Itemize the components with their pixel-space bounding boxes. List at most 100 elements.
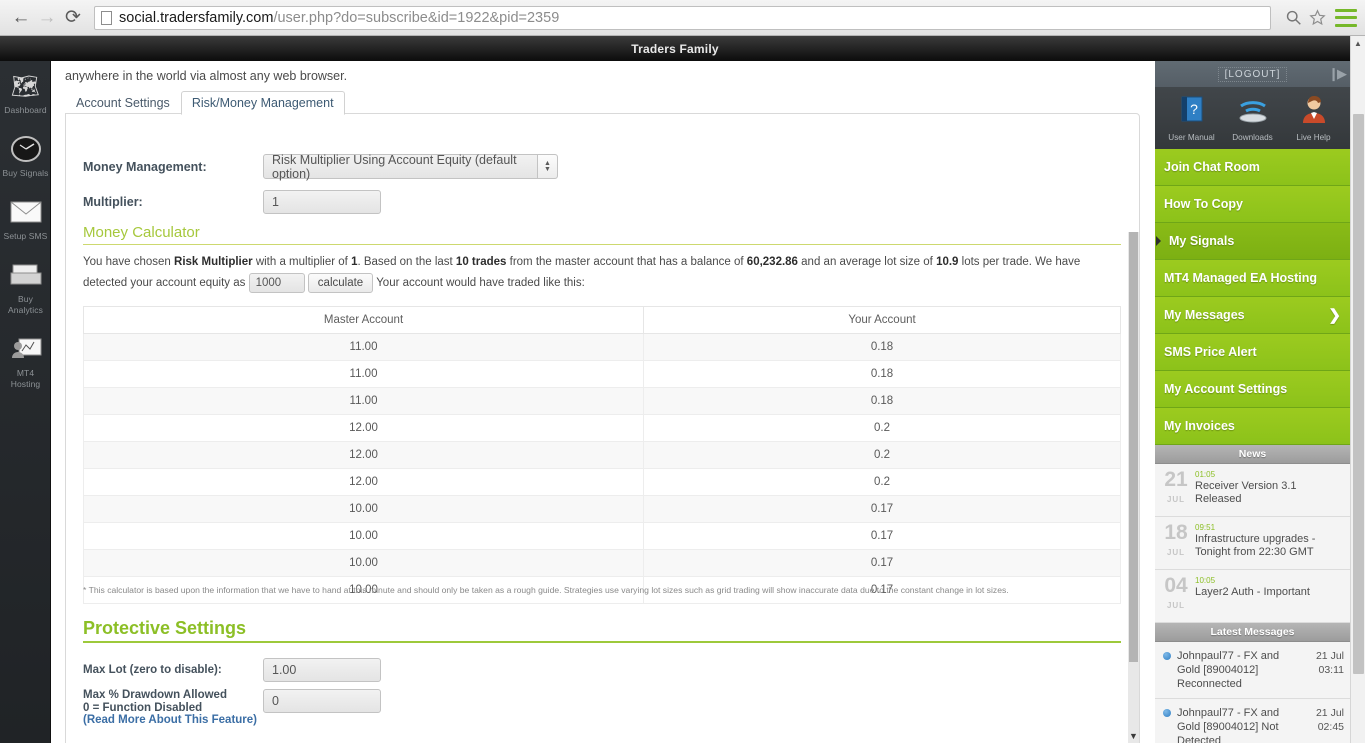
star-icon[interactable] xyxy=(1309,9,1326,26)
panel-scrollbar[interactable]: ▼ xyxy=(1128,232,1139,743)
map-icon: 🗺 xyxy=(10,72,41,99)
quicklink-label: User Manual xyxy=(1168,132,1215,142)
sidebar-item-how-to-copy[interactable]: How To Copy xyxy=(1155,186,1350,223)
sidebar-item-sms-price-alert[interactable]: SMS Price Alert xyxy=(1155,334,1350,371)
select-spinner-icon[interactable]: ▲ ▼ xyxy=(537,155,557,178)
multiplier-input[interactable] xyxy=(263,190,381,214)
search-icon[interactable] xyxy=(1285,9,1302,26)
table-row: 11.00 0.18 xyxy=(82,333,1121,361)
url-bar[interactable]: social.tradersfamily.com/user.php?do=sub… xyxy=(94,5,1271,30)
money-calculator-table: Master Account Your Account 11.00 0.18 11.… xyxy=(82,306,1121,604)
sidebar-item-my-invoices[interactable]: My Invoices xyxy=(1155,408,1350,445)
cell-your-account: 0.17 xyxy=(643,495,1121,523)
calc-text-part2: with a multiplier of xyxy=(252,256,352,268)
quicklink-user-manual[interactable]: ? User Manual xyxy=(1164,94,1220,142)
news-date: 21 JUL xyxy=(1159,469,1193,510)
calc-text-part4: from the master account that has a balan… xyxy=(506,256,747,268)
cell-master-account: 12.00 xyxy=(82,468,645,496)
message-text: Johnpaul77 - FX and Gold [89004012] Not … xyxy=(1177,707,1280,743)
intro-text: anywhere in the world via almost any web… xyxy=(65,69,348,83)
rail-item-buy-analytics[interactable]: Buy Analytics xyxy=(0,250,51,324)
back-arrow-icon[interactable]: ← xyxy=(8,5,34,31)
equity-input[interactable] xyxy=(248,273,305,293)
reload-icon[interactable]: ⟳ xyxy=(60,5,86,31)
book-question-icon: ? xyxy=(1164,94,1220,132)
calculate-button[interactable]: calculate xyxy=(307,273,374,293)
cell-your-account: 0.2 xyxy=(643,441,1121,469)
calc-text-part5: and an average lot size of xyxy=(797,256,937,268)
cell-master-account: 10.00 xyxy=(82,495,645,523)
logout-button[interactable]: [LOGOUT] xyxy=(1217,66,1288,82)
rail-item-setup-sms[interactable]: Setup SMS xyxy=(0,187,51,250)
right-sidebar-menu: Join Chat Room How To Copy My Signals MT4 M… xyxy=(1155,149,1350,445)
forward-arrow-icon: → xyxy=(37,6,57,28)
hamburger-menu-icon[interactable] xyxy=(1335,8,1357,27)
page-scrollbar-thumb[interactable] xyxy=(1353,114,1364,674)
max-drawdown-input[interactable] xyxy=(263,689,381,713)
sidebar-item-my-signals[interactable]: My Signals xyxy=(1155,223,1350,260)
news-title: Receiver Version 3.1 Released xyxy=(1195,480,1297,505)
news-item[interactable]: 21 JUL 01:05 Receiver Version 3.1 Released xyxy=(1155,464,1350,517)
scroll-up-icon[interactable]: ▲ xyxy=(1351,36,1365,51)
news-title: Infrastructure upgrades - Tonight from 2… xyxy=(1195,533,1316,558)
drawdown-line-1: Max % Drawdown Allowed xyxy=(83,689,227,701)
news-item[interactable]: 18 JUL 09:51 Infrastructure upgrades - Toni… xyxy=(1155,517,1350,570)
browser-toolbar: ← → ⟳ social.tradersfamily.com/user.php?… xyxy=(0,0,1365,36)
chevron-right-icon[interactable]: ❯ xyxy=(1328,306,1341,324)
calc-text-part1: You have chosen xyxy=(83,256,175,268)
rail-label: MT4 Hosting xyxy=(10,368,41,389)
table-body: 11.00 0.18 11.00 0.18 11.00 0.18 12.00 0.2 12.00… xyxy=(82,333,1121,604)
message-time: 21 Jul 02:45 xyxy=(1315,707,1344,733)
sidebar-item-my-account-settings[interactable]: My Account Settings xyxy=(1155,371,1350,408)
sidebar-item-label: My Signals xyxy=(1169,234,1235,248)
tab-account-settings[interactable]: Account Settings xyxy=(65,91,181,115)
drawdown-read-more-link[interactable]: (Read More About This Feature) xyxy=(83,714,257,726)
news-month: JUL xyxy=(1166,495,1186,504)
table-row: 12.00 0.2 xyxy=(82,414,1121,442)
table-row: 10.00 0.17 xyxy=(82,495,1121,523)
download-wifi-icon xyxy=(1225,94,1281,132)
table-row: 10.00 0.17 xyxy=(82,549,1121,577)
message-item[interactable]: Johnpaul77 - FX and Gold [89004012] Reco… xyxy=(1155,642,1350,699)
calc-trades: 10 trades xyxy=(455,256,507,268)
tab-risk-money-management[interactable]: Risk/Money Management xyxy=(180,91,345,115)
left-app-rail: 🗺 Dashboard Buy Signals Setup SMS Buy An… xyxy=(0,61,51,743)
unread-dot-icon xyxy=(1163,652,1171,660)
url-path: /user.php?do=subscribe&id=1922&pid=2359 xyxy=(273,9,560,26)
news-time: 01:05 xyxy=(1195,470,1216,479)
sidebar-item-label: Join Chat Room xyxy=(1164,160,1260,174)
news-time: 09:51 xyxy=(1195,523,1216,532)
rail-item-mt4-hosting[interactable]: MT4 Hosting xyxy=(0,324,51,398)
news-body: 01:05 Receiver Version 3.1 Released xyxy=(1193,470,1343,506)
quicklink-label: Live Help xyxy=(1296,132,1331,142)
table-header-row: Master Account Your Account xyxy=(82,306,1121,334)
calc-strategy: Risk Multiplier xyxy=(174,256,253,268)
collapse-panel-icon[interactable]: ❙▶ xyxy=(1328,66,1347,82)
multiplier-label: Multiplier: xyxy=(83,195,143,209)
message-text: Johnpaul77 - FX and Gold [89004012] Reco… xyxy=(1177,650,1280,690)
news-heading: News xyxy=(1155,445,1350,464)
money-management-label: Money Management: xyxy=(83,159,207,174)
news-item[interactable]: 04 JUL 10:05 Layer2 Auth - Important xyxy=(1155,570,1350,623)
panel-scroll-down-icon[interactable]: ▼ xyxy=(1128,731,1139,741)
rail-item-buy-signals[interactable]: Buy Signals xyxy=(0,124,51,187)
column-your-account: Your Account xyxy=(643,306,1121,334)
money-calculator-heading: Money Calculator xyxy=(83,224,1121,245)
page-scrollbar[interactable]: ▲ xyxy=(1350,36,1365,743)
rail-item-dashboard[interactable]: 🗺 Dashboard xyxy=(0,61,51,124)
sidebar-item-join-chat-room[interactable]: Join Chat Room xyxy=(1155,149,1350,186)
cell-master-account: 11.00 xyxy=(82,333,645,361)
settings-panel: Money Management: Risk Multiplier Using … xyxy=(65,113,1140,743)
table-row: 12.00 0.2 xyxy=(82,468,1121,496)
sidebar-item-my-messages[interactable]: My Messages ❯ xyxy=(1155,297,1350,334)
quicklink-downloads[interactable]: Downloads xyxy=(1225,94,1281,142)
cell-your-account: 0.17 xyxy=(643,522,1121,550)
max-lot-input[interactable] xyxy=(263,658,381,682)
message-item[interactable]: Johnpaul77 - FX and Gold [89004012] Not … xyxy=(1155,699,1350,743)
quicklink-live-help[interactable]: Live Help xyxy=(1286,94,1342,142)
sidebar-item-mt4-managed-ea-hosting[interactable]: MT4 Managed EA Hosting xyxy=(1155,260,1350,297)
calc-balance: 60,232.86 xyxy=(746,256,798,268)
panel-scrollbar-thumb[interactable] xyxy=(1129,232,1138,662)
page-document-icon xyxy=(101,10,112,25)
money-management-select[interactable]: Risk Multiplier Using Account Equity (de… xyxy=(263,153,558,181)
